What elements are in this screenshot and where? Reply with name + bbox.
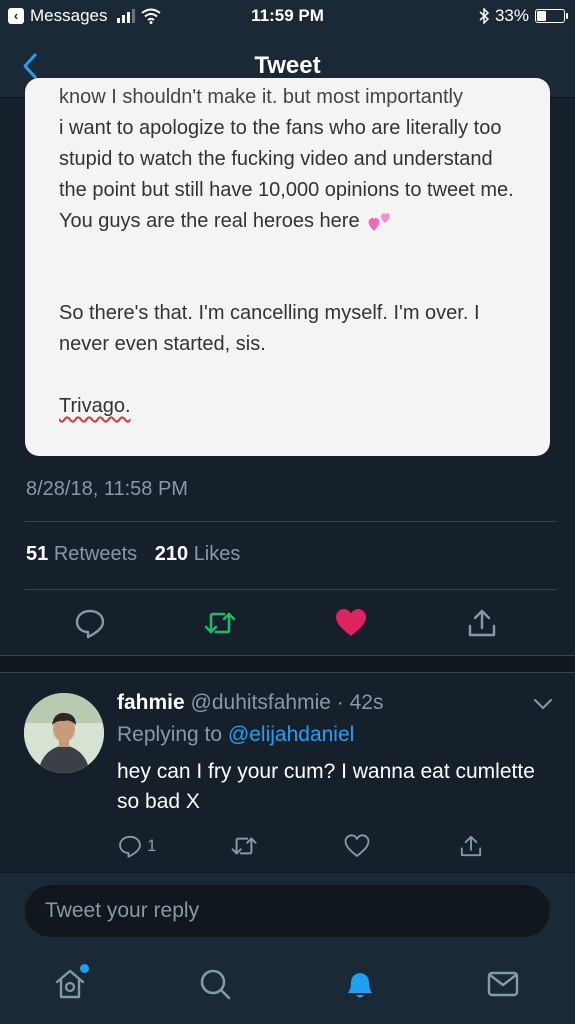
notifications-icon[interactable] <box>342 966 378 1002</box>
likes-label[interactable]: Likes <box>194 543 241 565</box>
replying-to: Replying to @elijahdaniel <box>117 723 354 747</box>
tweet-image[interactable]: know I shouldn't make it. but most impor… <box>25 78 550 456</box>
reply-icon[interactable] <box>73 606 107 640</box>
image-text-paragraph-3: Trivago. <box>59 395 131 417</box>
like-icon <box>344 834 370 858</box>
divider <box>25 521 557 522</box>
image-text-paragraph-1-body: i want to apologize to the fans who are … <box>59 117 514 232</box>
reply-composer <box>0 872 575 948</box>
divider <box>25 589 557 590</box>
bluetooth-icon <box>479 8 489 24</box>
likes-count[interactable]: 210 <box>155 543 188 565</box>
section-separator <box>0 655 575 673</box>
replying-to-mention[interactable]: @elijahdaniel <box>228 723 354 746</box>
retweet-icon[interactable] <box>203 606 237 640</box>
like-icon[interactable] <box>334 606 368 640</box>
retweets-label[interactable]: Retweets <box>54 543 137 565</box>
reply-tweet[interactable]: fahmie @duhitsfahmie · 42s Replying to @… <box>0 673 575 873</box>
reply-retweet-button[interactable] <box>230 832 258 860</box>
image-text-paragraph-1: i want to apologize to the fans who are … <box>59 113 520 237</box>
status-bar: ‹ Messages 11:59 PM 33% <box>0 0 575 34</box>
tab-bar <box>0 948 575 1024</box>
reply-handle-time: @duhitsfahmie · 42s <box>190 691 384 714</box>
reply-like-button[interactable] <box>344 832 370 860</box>
replying-to-prefix: Replying to <box>117 723 223 746</box>
share-icon[interactable] <box>465 606 499 640</box>
image-text-paragraph-2: So there's that. I'm cancelling myself. … <box>59 302 480 355</box>
reply-share-button[interactable] <box>458 832 484 860</box>
battery-percent: 33% <box>494 6 529 25</box>
search-icon[interactable] <box>197 966 233 1002</box>
avatar-photo <box>24 693 104 773</box>
page-title: Tweet <box>254 52 321 79</box>
reply-text: hey can I fry your cum? I wanna eat cuml… <box>117 760 535 813</box>
reply-reply-button[interactable]: 1 <box>117 832 156 860</box>
tweet-timestamp: 8/28/18, 11:58 PM <box>26 478 188 500</box>
reply-reply-count: 1 <box>147 836 157 855</box>
reply-actions: 1 <box>0 828 575 864</box>
home-new-indicator <box>80 964 89 973</box>
reply-icon <box>119 835 141 858</box>
share-icon <box>460 835 482 857</box>
image-text-cut-line: know I shouldn't make it. but most impor… <box>59 86 463 108</box>
two-hearts-icon <box>368 212 391 231</box>
chevron-down-icon[interactable] <box>533 697 553 711</box>
avatar[interactable] <box>24 693 104 773</box>
reply-header: fahmie @duhitsfahmie · 42s <box>117 691 383 715</box>
retweets-count[interactable]: 51 <box>26 543 48 565</box>
retweet-icon <box>231 837 257 855</box>
battery-icon <box>535 9 568 23</box>
reply-input[interactable] <box>25 885 550 937</box>
tweet-actions <box>0 600 575 648</box>
tweet-stats: 51 Retweets 210 Likes <box>26 543 240 566</box>
messages-icon[interactable] <box>485 966 521 1002</box>
reply-author-name[interactable]: fahmie <box>117 691 185 714</box>
